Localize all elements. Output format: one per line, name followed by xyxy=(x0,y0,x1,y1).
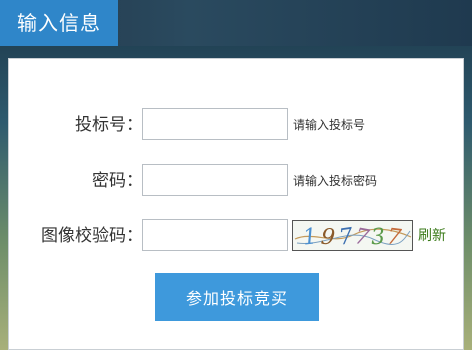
captcha-graphic: 1 9 7 7 3 7 xyxy=(294,224,412,250)
join-bidding-button[interactable]: 参加投标竞买 xyxy=(155,273,319,321)
svg-text:7: 7 xyxy=(353,224,371,250)
top-bar: 输入信息 xyxy=(0,0,472,46)
captcha-image[interactable]: 1 9 7 7 3 7 xyxy=(292,220,413,251)
bid-number-input[interactable] xyxy=(142,108,288,140)
svg-text:9: 9 xyxy=(320,225,336,250)
captcha-label: 图像校验码： xyxy=(41,226,143,246)
captcha-row: 图像校验码： 1 9 7 7 3 7 刷新 xyxy=(9,219,465,253)
svg-text:7: 7 xyxy=(385,224,402,250)
login-form-panel: 投标号： 请输入投标号 密码： 请输入投标密码 图像校验码： 1 9 7 7 3… xyxy=(8,58,464,350)
captcha-input[interactable] xyxy=(142,219,288,251)
password-label: 密码： xyxy=(92,171,143,191)
bid-number-row: 投标号： 请输入投标号 xyxy=(9,108,465,142)
password-row: 密码： 请输入投标密码 xyxy=(9,164,465,198)
svg-text:3: 3 xyxy=(370,224,386,250)
svg-text:1: 1 xyxy=(302,224,319,250)
password-hint: 请输入投标密码 xyxy=(293,174,378,188)
bid-number-label: 投标号： xyxy=(75,115,143,135)
page-title: 输入信息 xyxy=(0,0,118,46)
captcha-refresh-link[interactable]: 刷新 xyxy=(418,219,446,253)
bid-number-hint: 请输入投标号 xyxy=(293,118,366,132)
svg-text:7: 7 xyxy=(337,224,354,250)
password-input[interactable] xyxy=(142,164,288,196)
